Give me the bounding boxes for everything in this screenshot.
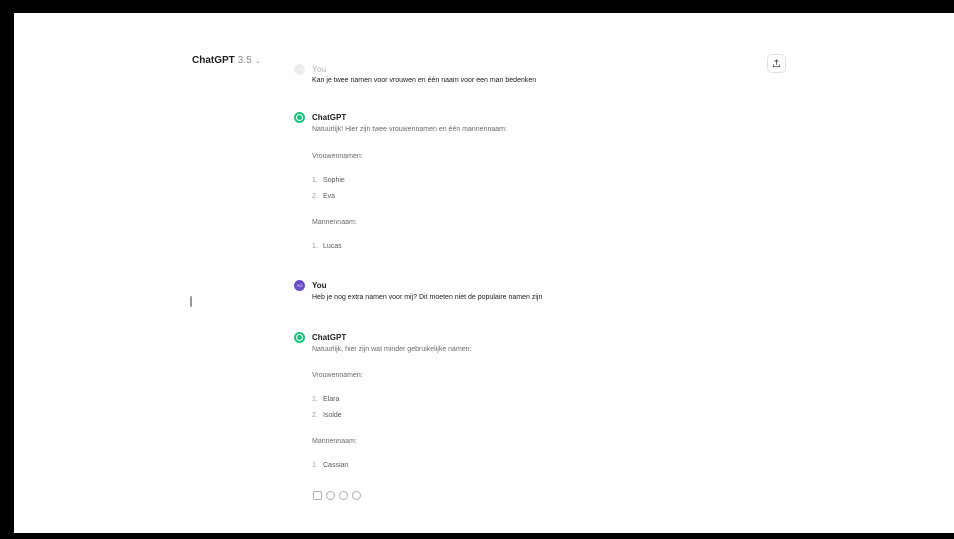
sidebar-toggle-handle[interactable] bbox=[190, 296, 192, 307]
message-author: You bbox=[312, 280, 327, 290]
message-intro: Natuurlijk, hier zijn wat minder gebruik… bbox=[312, 346, 472, 353]
women-heading: Vrouwennamen: bbox=[312, 372, 363, 379]
message-author: ChatGPT bbox=[312, 332, 347, 342]
regenerate-icon[interactable] bbox=[339, 491, 348, 500]
thumbs-up-icon[interactable] bbox=[326, 491, 335, 500]
chevron-down-icon: ⌄ bbox=[254, 57, 261, 65]
chatgpt-logo-icon bbox=[294, 111, 305, 123]
message-text: Heb je nog extra namen voor mij? Dit moe… bbox=[312, 294, 543, 301]
list-item: 1. Lucas bbox=[312, 243, 342, 250]
message-intro: Natuurlijk! Hier zijn twee vrouwennamen … bbox=[312, 126, 507, 133]
list-item: 1. Elara bbox=[312, 396, 340, 403]
message-text: Kan je twee namen voor vrouwen en één na… bbox=[312, 77, 537, 84]
message-author: ChatGPT bbox=[312, 112, 347, 122]
assistant-message: ChatGPT Natuurlijk, hier zijn wat minder… bbox=[294, 331, 814, 481]
message-header: YO You bbox=[294, 279, 814, 291]
assistant-message: ChatGPT Natuurlijk! Hier zijn twee vrouw… bbox=[294, 111, 814, 261]
message-header: ChatGPT bbox=[294, 111, 814, 123]
user-avatar: YO bbox=[294, 279, 305, 291]
model-version: 3.5 bbox=[237, 55, 252, 66]
women-heading: Vrouwennamen: bbox=[312, 153, 363, 160]
list-item: 1. Cassian bbox=[312, 462, 349, 469]
chatgpt-logo-icon bbox=[294, 331, 305, 343]
user-message: You Kan je twee namen voor vrouwen en éé… bbox=[294, 63, 814, 93]
chat-window: ChatGPT 3.5 ⌄ You Kan je twee namen voor… bbox=[14, 13, 954, 533]
men-heading: Mannennaam: bbox=[312, 219, 357, 226]
list-item: 2. Eva bbox=[312, 193, 336, 200]
copy-icon[interactable] bbox=[313, 491, 322, 500]
user-message: YO You Heb je nog extra namen voor mij? … bbox=[294, 279, 814, 309]
thumbs-down-icon[interactable] bbox=[352, 491, 361, 500]
message-actions bbox=[313, 491, 361, 500]
message-header: ChatGPT bbox=[294, 331, 814, 343]
model-name: ChatGPT bbox=[192, 55, 235, 66]
list-item: 2. Isolde bbox=[312, 412, 342, 419]
message-author: You bbox=[312, 64, 327, 74]
model-selector[interactable]: ChatGPT 3.5 ⌄ bbox=[192, 55, 261, 66]
men-heading: Mannennaam: bbox=[312, 438, 357, 445]
message-header: You bbox=[294, 63, 814, 75]
user-avatar bbox=[294, 63, 305, 75]
list-item: 1. Sophie bbox=[312, 177, 345, 184]
